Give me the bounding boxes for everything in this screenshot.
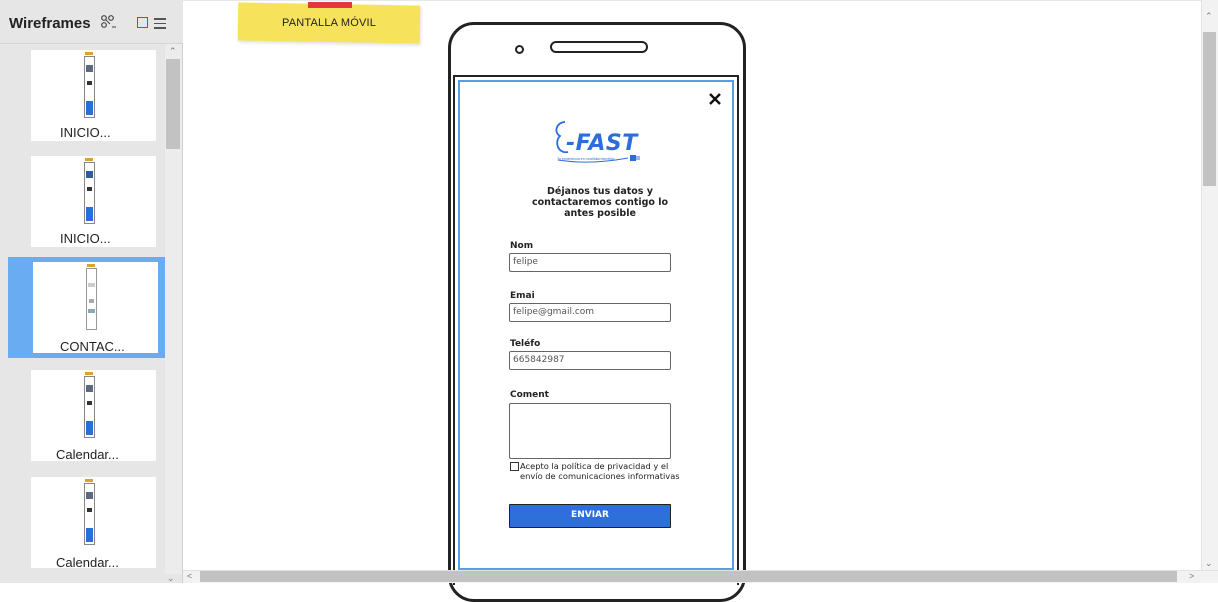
wireframe-thumb-1[interactable]: INICIO... — [8, 45, 165, 146]
close-icon[interactable] — [707, 91, 723, 107]
sticky-tape — [308, 2, 352, 8]
phone-camera — [515, 45, 524, 54]
thumbnail-preview: CONTAC... — [33, 262, 158, 354]
comment-label: Coment — [510, 390, 549, 400]
scroll-right-icon[interactable]: > — [1189, 571, 1194, 581]
phone-label: Teléfo — [510, 339, 541, 349]
wireframes-sidebar: Wireframes INICIO... INICIO... CONTAC...… — [0, 0, 183, 583]
privacy-text: Acepto la política de privacidad y el en… — [520, 461, 680, 481]
sticky-note-text: PANTALLA MÓVIL — [282, 17, 377, 29]
comment-field[interactable] — [509, 403, 671, 459]
thumb-label: INICIO... — [60, 125, 111, 140]
canvas-vertical-scrollbar-thumb[interactable] — [1203, 32, 1216, 186]
logo-tagline: Tu experiencia en movilidad electrica — [557, 157, 615, 161]
submit-button[interactable]: ENVIAR — [509, 504, 671, 528]
scroll-down-icon[interactable]: ⌄ — [1205, 558, 1213, 569]
thumb-label: Calendar... — [56, 447, 119, 462]
share-icon[interactable] — [99, 13, 117, 31]
email-field[interactable]: felipe@gmail.com — [509, 303, 671, 322]
thumbnail-preview: INICIO... — [31, 50, 156, 141]
thumb-label: CONTAC... — [60, 339, 125, 354]
wireframe-thumb-2[interactable]: INICIO... — [8, 151, 165, 252]
sidebar-scrollbar-thumb[interactable] — [166, 59, 180, 149]
sidebar-title: Wireframes — [9, 15, 91, 32]
scroll-up-icon[interactable]: ⌃ — [169, 46, 177, 57]
scroll-up-icon[interactable]: ⌃ — [1205, 11, 1213, 22]
grid-view-icon[interactable] — [137, 17, 148, 28]
list-view-icon[interactable] — [154, 15, 166, 29]
intro-text: Déjanos tus datos y contactaremos contig… — [531, 186, 669, 219]
thumb-label: Calendar... — [56, 555, 119, 570]
privacy-checkbox[interactable] — [510, 462, 519, 471]
scroll-left-icon[interactable]: < — [187, 571, 192, 581]
canvas-horizontal-scrollbar-thumb[interactable] — [200, 571, 1177, 582]
email-label: Emai — [510, 291, 535, 301]
thumbnail-preview: Calendar... — [31, 477, 156, 570]
thumbnail-preview: INICIO... — [31, 156, 156, 247]
scroll-down-icon[interactable]: ⌄ — [167, 573, 175, 584]
phone-field[interactable]: 665842987 — [509, 351, 671, 370]
name-field[interactable]: felipe — [509, 253, 671, 272]
phone-speaker — [550, 41, 648, 53]
name-label: Nom — [510, 241, 534, 251]
wireframe-thumb-3[interactable]: CONTAC... — [8, 257, 165, 358]
wireframe-thumb-4[interactable]: Calendar... — [8, 365, 165, 466]
sidebar-header: Wireframes — [0, 0, 183, 44]
thumb-label: INICIO... — [60, 231, 111, 246]
logo-text: -FAST — [566, 131, 638, 156]
thumbnail-preview: Calendar... — [31, 370, 156, 462]
wireframe-thumb-5[interactable]: Calendar... — [8, 472, 165, 573]
